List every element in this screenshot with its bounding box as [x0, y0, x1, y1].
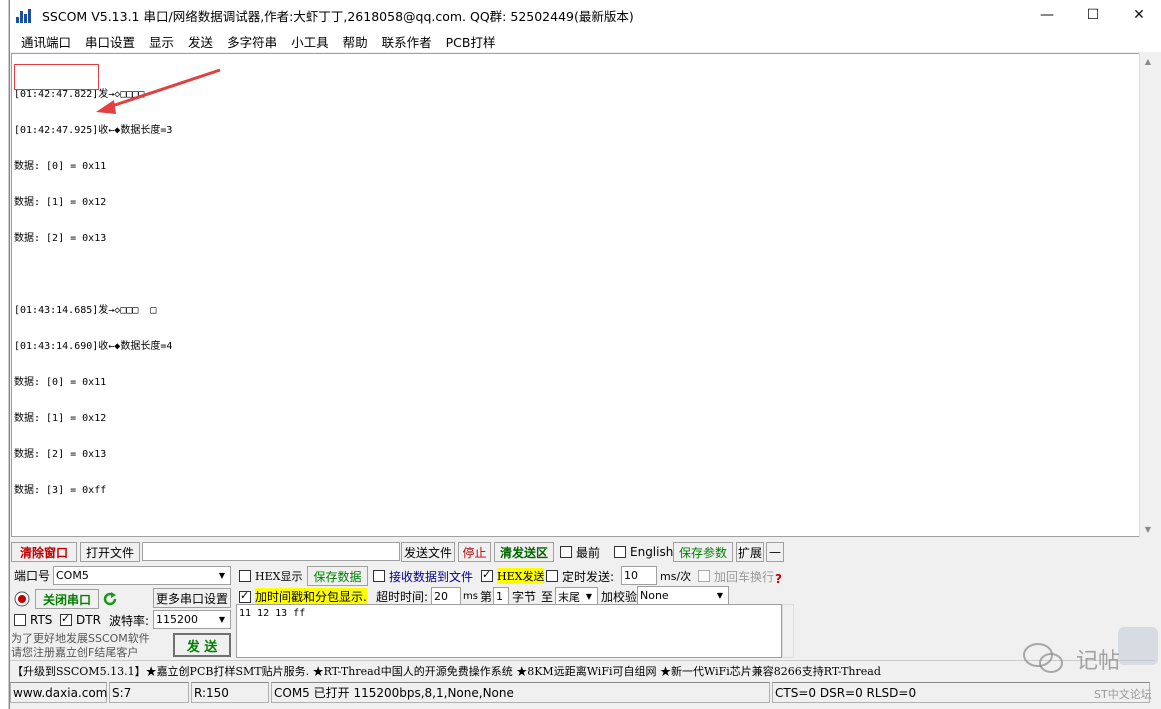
log-line: 数据: [3] = 0xff	[14, 485, 107, 496]
file-path-input[interactable]	[142, 542, 400, 561]
menu-send[interactable]: 发送	[181, 32, 220, 51]
scroll-up-icon[interactable]: ▲	[1140, 53, 1156, 69]
timed-send-checkbox[interactable]: 定时发送:	[546, 567, 614, 585]
title-bar: SSCOM V5.13.1 串口/网络数据调试器,作者:大虾丁丁,2618058…	[10, 0, 1161, 30]
log-line: 数据: [2] = 0x13	[14, 449, 107, 460]
annotation-highlight-box	[14, 64, 99, 90]
topmost-checkbox[interactable]: 最前	[560, 542, 600, 562]
menu-bar: 通讯端口 串口设置 显示 发送 多字符串 小工具 帮助 联系作者 PCB打样	[10, 30, 1161, 52]
port-status-indicator	[14, 589, 30, 609]
menu-tools[interactable]: 小工具	[284, 32, 336, 51]
rts-checkbox[interactable]: RTS	[14, 611, 52, 629]
log-line: 数据: [2] = 0x13	[14, 233, 107, 244]
menu-serial-settings[interactable]: 串口设置	[78, 32, 142, 51]
port-label: 端口号	[14, 569, 51, 583]
menu-help[interactable]: 帮助	[336, 32, 375, 51]
receive-scrollbar[interactable]: ▲ ▼	[1139, 53, 1155, 537]
baud-select[interactable]: 115200 ▼	[153, 610, 231, 629]
status-received-count: R:150	[191, 682, 269, 703]
maximize-button[interactable]: ☐	[1070, 0, 1116, 30]
refresh-icon[interactable]	[102, 589, 118, 609]
save-params-button[interactable]: 保存参数	[673, 542, 733, 562]
status-sent-count: S:7	[109, 682, 189, 703]
menu-multi-string[interactable]: 多字符串	[220, 32, 284, 51]
log-line: 数据: [0] = 0x11	[14, 161, 107, 172]
more-port-settings-button[interactable]: 更多串口设置	[153, 588, 231, 608]
clear-window-button[interactable]: 清除窗口	[11, 542, 77, 562]
send-file-button[interactable]: 发送文件	[401, 542, 455, 562]
hex-send-checkbox[interactable]: HEX发送	[481, 567, 545, 585]
help-icon[interactable]: ?	[775, 570, 782, 588]
sscom-window: SSCOM V5.13.1 串口/网络数据调试器,作者:大虾丁丁,2618058…	[9, 0, 1161, 709]
status-bar: www.daxia.com S:7 R:150 COM5 已打开 115200b…	[10, 682, 1161, 703]
log-line: 数据: [0] = 0x11	[14, 377, 107, 388]
status-website[interactable]: www.daxia.com	[10, 682, 107, 703]
promo-text-line2[interactable]: 请您注册嘉立创F结尾客户	[11, 645, 138, 659]
menu-contact-author[interactable]: 联系作者	[375, 32, 439, 51]
close-button[interactable]: ✕	[1116, 0, 1161, 30]
chevron-down-icon: ▼	[585, 592, 593, 601]
open-file-button[interactable]: 打开文件	[80, 542, 140, 562]
status-port-state: COM5 已打开 115200bps,8,1,None,None	[271, 682, 770, 703]
menu-display[interactable]: 显示	[142, 32, 181, 51]
watermark-forum: ST中文论坛	[1094, 688, 1152, 701]
close-port-button[interactable]: 关闭串口	[35, 589, 99, 609]
interval-unit: ms/次	[660, 570, 692, 583]
chevron-down-icon: ▼	[218, 615, 226, 624]
chevron-down-icon: ▼	[218, 571, 226, 580]
interval-input[interactable]: 10	[621, 566, 657, 585]
menu-comm-port[interactable]: 通讯端口	[14, 32, 78, 51]
send-data-textarea[interactable]: 11 12 13 ff	[236, 604, 782, 658]
add-crlf-checkbox[interactable]: 加回车换行	[698, 567, 774, 585]
background-app-strip	[0, 0, 9, 709]
record-icon	[14, 591, 30, 607]
send-scrollbar[interactable]	[782, 604, 794, 658]
clear-send-button[interactable]: 清发送区	[494, 542, 554, 562]
log-line: 数据: [1] = 0x12	[14, 413, 107, 424]
recv-to-file-checkbox[interactable]: 接收数据到文件	[373, 567, 473, 585]
english-checkbox[interactable]: English	[614, 542, 673, 562]
checksum-select[interactable]: None ▼	[637, 586, 729, 605]
log-line: [01:43:14.685]发→◇□□□ □	[14, 305, 157, 316]
log-line: [01:43:14.690]收←◆数据长度=4	[14, 341, 173, 352]
save-data-button[interactable]: 保存数据	[307, 566, 368, 586]
promo-marquee[interactable]: 【升级到SSCOM5.13.1】★嘉立创PCB打样SMT贴片服务. ★RT-Th…	[10, 660, 1155, 680]
hex-display-checkbox[interactable]: HEX显示	[239, 567, 302, 585]
expand-button[interactable]: 扩展	[736, 542, 764, 562]
send-button[interactable]: 发 送	[173, 633, 231, 657]
baud-label: 波特率:	[109, 613, 150, 628]
window-title: SSCOM V5.13.1 串口/网络数据调试器,作者:大虾丁丁,2618058…	[42, 8, 634, 24]
chevron-down-icon: ▼	[716, 591, 724, 600]
stop-button[interactable]: 停止	[458, 542, 491, 562]
app-icon	[16, 7, 34, 23]
collapse-button[interactable]: —	[766, 542, 784, 562]
menu-pcb[interactable]: PCB打样	[439, 32, 503, 51]
minimize-button[interactable]: —	[1024, 0, 1070, 30]
annotation-arrow-icon	[96, 68, 221, 114]
log-line: 数据: [1] = 0x12	[14, 197, 107, 208]
receive-area[interactable]: [01:42:47.822]发→◇□□□□ [01:42:47.925]收←◆数…	[11, 53, 1147, 537]
dtr-checkbox[interactable]: DTR	[60, 611, 101, 629]
scroll-down-icon[interactable]: ▼	[1140, 521, 1156, 537]
watermark-text: 记帖	[1076, 649, 1121, 674]
promo-text-line1[interactable]: 为了更好地发展SSCOM软件	[11, 631, 150, 645]
receive-log: [01:42:47.822]发→◇□□□□ [01:42:47.925]收←◆数…	[14, 65, 172, 521]
port-select[interactable]: COM5 ▼	[53, 566, 231, 585]
